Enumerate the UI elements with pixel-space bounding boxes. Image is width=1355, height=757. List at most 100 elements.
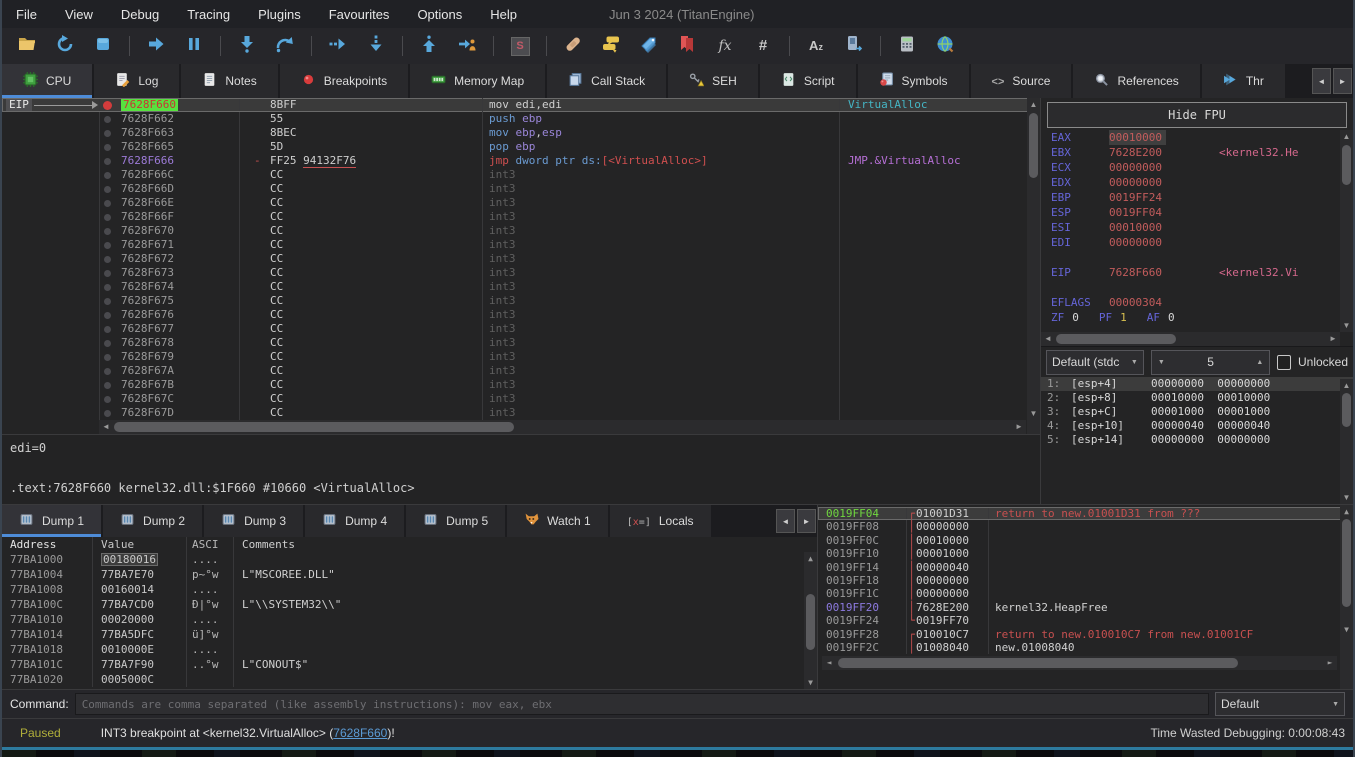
open-folder-button[interactable]: [12, 32, 42, 60]
breakpoint-slot-icon[interactable]: [104, 130, 111, 137]
stack-row[interactable]: 0019FF24└0019FF70: [818, 614, 1353, 627]
calculator-button[interactable]: [892, 32, 922, 60]
disasm-row[interactable]: 7628F66FCCint3: [2, 210, 1040, 224]
tab-breakpoints[interactable]: Breakpoints: [280, 64, 410, 98]
breakpoint-address-link[interactable]: 7628F660: [333, 726, 387, 740]
disasm-row[interactable]: 7628F67DCCint3: [2, 406, 1040, 420]
comments-button[interactable]: [596, 32, 626, 60]
stack-row[interactable]: 0019FF2C│01008040new.01008040: [818, 641, 1353, 654]
register-row-ebx[interactable]: EBX7628E200<kernel32.He: [1041, 145, 1353, 160]
step-out-button[interactable]: [414, 32, 444, 60]
argument-row[interactable]: 5:[esp+14]00000000 00000000: [1041, 433, 1353, 447]
disasm-row[interactable]: 7628F6638BECmov ebp,esp: [2, 126, 1040, 140]
flags-row[interactable]: ZF0PF1AF0: [1041, 310, 1353, 325]
stack-row[interactable]: 0019FF10│00001000: [818, 547, 1353, 560]
disasm-row[interactable]: 7628F67BCCint3: [2, 378, 1040, 392]
register-row-edi[interactable]: EDI00000000: [1041, 235, 1353, 250]
stack-row[interactable]: 0019FF0C│00010000: [818, 534, 1353, 547]
stack-row[interactable]: 0019FF18│00000000: [818, 574, 1353, 587]
dump-row[interactable]: 77BA101C77BA7F90..°wL"CONOUT$": [2, 657, 817, 672]
tab-script[interactable]: Script: [760, 64, 858, 98]
argument-row[interactable]: 3:[esp+C]00001000 00001000: [1041, 405, 1353, 419]
tab-references[interactable]: References: [1073, 64, 1201, 98]
breakpoint-slot-icon[interactable]: [104, 354, 111, 361]
command-input[interactable]: [75, 693, 1209, 715]
breakpoint-slot-icon[interactable]: [104, 214, 111, 221]
breakpoint-slot-icon[interactable]: [104, 396, 111, 403]
tab-dump-4[interactable]: Dump 4: [305, 505, 406, 537]
stack-row[interactable]: 0019FF1C│00000000: [818, 587, 1353, 600]
breakpoint-slot-icon[interactable]: [104, 228, 111, 235]
labels-button[interactable]: [634, 32, 664, 60]
disasm-vscrollbar[interactable]: ▲ ▼: [1027, 98, 1040, 434]
disasm-row[interactable]: 7628F66CCCint3: [2, 168, 1040, 182]
menu-plugins[interactable]: Plugins: [244, 0, 315, 28]
dump-vscrollbar[interactable]: ▲ ▼: [804, 552, 817, 689]
register-row-eip[interactable]: EIP7628F660<kernel32.Vi: [1041, 265, 1353, 280]
menu-tracing[interactable]: Tracing: [173, 0, 244, 28]
stack-hscrollbar[interactable]: ◄ ►: [822, 656, 1337, 670]
register-row-ecx[interactable]: ECX00000000: [1041, 160, 1353, 175]
dump-row[interactable]: 77BA10180010000E....: [2, 642, 817, 657]
dump-scroll-right-button[interactable]: ►: [797, 509, 816, 533]
dump-header-ascii[interactable]: ASCI: [187, 537, 234, 552]
breakpoint-slot-icon[interactable]: [104, 340, 111, 347]
dump-row[interactable]: 77BA101477BA5DFCü]°w: [2, 627, 817, 642]
argument-row[interactable]: 2:[esp+8]00010000 00010000: [1041, 391, 1353, 405]
disasm-row[interactable]: 7628F670CCint3: [2, 224, 1040, 238]
breakpoint-slot-icon[interactable]: [104, 284, 111, 291]
dump-header-comments[interactable]: Comments: [234, 537, 817, 552]
functions-button[interactable]: fx: [710, 32, 740, 60]
run-to-user-code-button[interactable]: [452, 32, 482, 60]
dump-row[interactable]: 77BA101000020000....: [2, 612, 817, 627]
registers-hscrollbar[interactable]: ◄ ►: [1041, 332, 1340, 346]
disasm-row[interactable]: 7628F679CCint3: [2, 350, 1040, 364]
disasm-hscrollbar[interactable]: ◄ ►: [99, 420, 1026, 434]
tab-dump-3[interactable]: Dump 3: [204, 505, 305, 537]
tab-scroll-left-button[interactable]: ◄: [1312, 68, 1331, 94]
disasm-row[interactable]: 7628F673CCint3: [2, 266, 1040, 280]
stack-row[interactable]: 0019FF20│7628E200kernel32.HeapFree: [818, 601, 1353, 614]
disasm-row[interactable]: 7628F677CCint3: [2, 322, 1040, 336]
case-button[interactable]: Az: [801, 32, 831, 60]
disasm-row[interactable]: 7628F666-FF25 94132F76jmp dword ptr ds:[…: [2, 154, 1040, 168]
tab-scroll-right-button[interactable]: ►: [1333, 68, 1352, 94]
step-over-button[interactable]: [270, 32, 300, 60]
breakpoint-slot-icon[interactable]: [104, 158, 111, 165]
disasm-row[interactable]: 7628F66ECCint3: [2, 196, 1040, 210]
breakpoint-slot-icon[interactable]: [104, 326, 111, 333]
breakpoint-slot-icon[interactable]: [104, 368, 111, 375]
disasm-row[interactable]: 7628F676CCint3: [2, 308, 1040, 322]
step-into-button[interactable]: [232, 32, 262, 60]
hash-button[interactable]: #: [748, 32, 778, 60]
unlocked-checkbox[interactable]: [1277, 355, 1291, 370]
tab-symbols[interactable]: Symbols: [858, 64, 971, 98]
disasm-row[interactable]: 7628F6655Dpop ebp: [2, 140, 1040, 154]
argument-row[interactable]: 4:[esp+10]00000040 00000040: [1041, 419, 1353, 433]
disasm-row[interactable]: 7628F67ACCint3: [2, 364, 1040, 378]
stop-button[interactable]: [88, 32, 118, 60]
hide-fpu-button[interactable]: Hide FPU: [1047, 102, 1347, 128]
register-row-esi[interactable]: ESI00010000: [1041, 220, 1353, 235]
bookmarks-button[interactable]: [672, 32, 702, 60]
breakpoint-slot-icon[interactable]: [104, 312, 111, 319]
window-layout-button[interactable]: [839, 32, 869, 60]
stack-row[interactable]: 0019FF08│00000000: [818, 520, 1353, 533]
register-row-edx[interactable]: EDX00000000: [1041, 175, 1353, 190]
argument-count-spinner[interactable]: ▼ 5 ▲: [1151, 350, 1271, 375]
trace-into-button[interactable]: [323, 32, 353, 60]
command-profile-dropdown[interactable]: Default ▼: [1215, 692, 1345, 716]
breakpoint-slot-icon[interactable]: [104, 116, 111, 123]
tab-seh[interactable]: SEH: [668, 64, 760, 98]
registers-vscrollbar[interactable]: ▲ ▼: [1340, 130, 1353, 332]
disasm-row[interactable]: 7628F67CCCint3: [2, 392, 1040, 406]
menu-view[interactable]: View: [51, 0, 107, 28]
disasm-row[interactable]: 7628F671CCint3: [2, 238, 1040, 252]
register-row-ebp[interactable]: EBP0019FF24: [1041, 190, 1353, 205]
register-row-esp[interactable]: ESP0019FF04: [1041, 205, 1353, 220]
dump-row[interactable]: 77BA100000180016....: [2, 552, 817, 567]
breakpoint-slot-icon[interactable]: [104, 382, 111, 389]
disasm-row[interactable]: 7628F66255push ebp: [2, 112, 1040, 126]
tab-call-stack[interactable]: Call Stack: [547, 64, 668, 98]
trace-over-button[interactable]: [361, 32, 391, 60]
